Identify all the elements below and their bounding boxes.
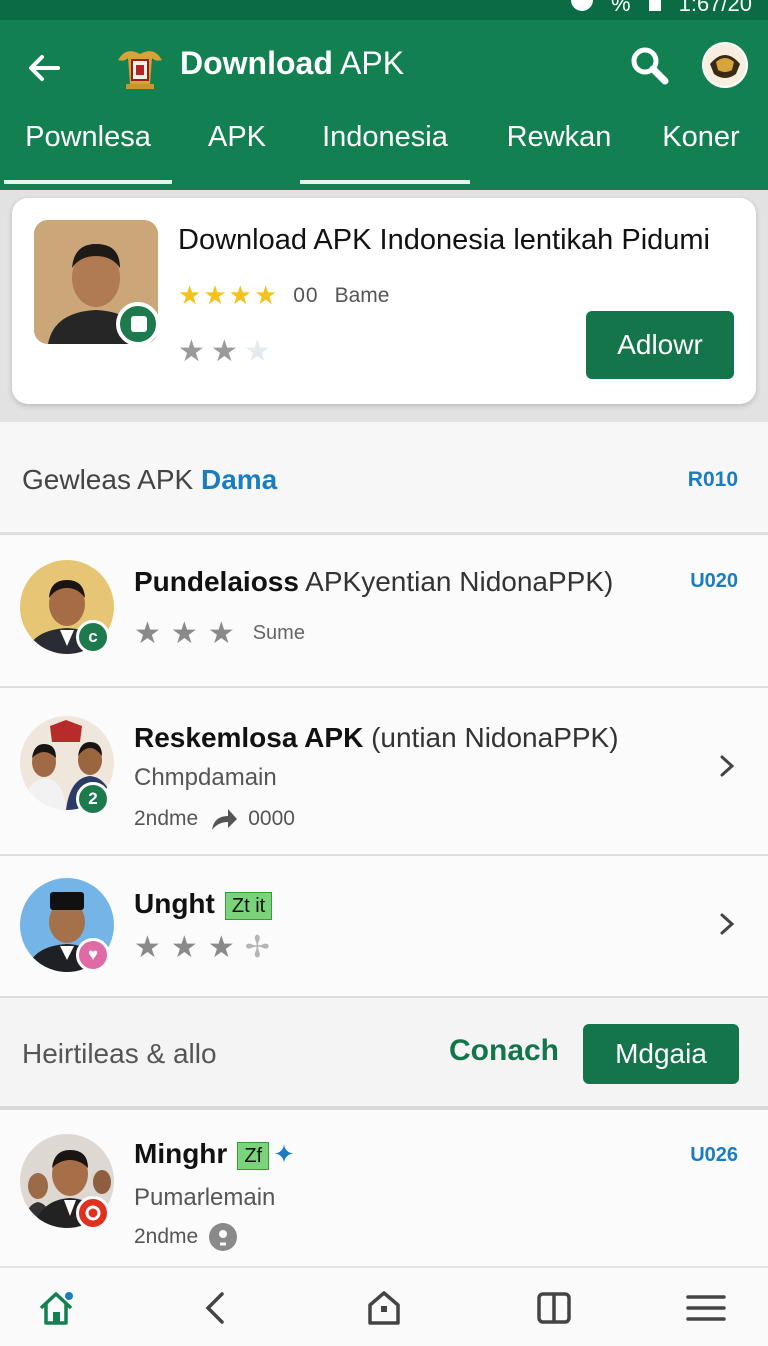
list-item[interactable]: c Pundelaioss APKyentian NidonaPPK) U020… (0, 536, 768, 688)
tab-koner[interactable]: Koner (646, 114, 756, 184)
arrow-left-icon[interactable] (22, 46, 66, 90)
share-arrow-icon (212, 809, 238, 830)
heritage-button[interactable]: Mdgaia (583, 1024, 739, 1084)
star-icon: ★ (207, 931, 235, 964)
download-button[interactable]: Adlowr (586, 311, 734, 379)
rating-label: Sume (252, 622, 305, 644)
star-icon: ★ (170, 931, 198, 964)
app-bar: Download APK (0, 20, 768, 114)
rating-label: Bame (334, 283, 390, 307)
battery-percent: % (611, 0, 631, 16)
status-badge: 2 (76, 782, 110, 816)
chevron-right-icon[interactable] (714, 754, 738, 778)
menu-icon[interactable] (686, 1288, 726, 1328)
item-code: U026 (690, 1144, 738, 1166)
clock: 1:67/20 (678, 0, 752, 16)
item-subtitle: Pumarlemain (134, 1184, 276, 1211)
status-bar: % 1:67/20 (0, 0, 768, 20)
rating-count: 00 (293, 283, 319, 307)
sparkle-icon: ✦ (273, 1139, 295, 1169)
info-circle-icon (209, 1223, 238, 1251)
section-header: Gewleas APK Dama R010 (0, 424, 768, 535)
heritage-bar: Heirtileas & allo Conach Mdgaia (0, 998, 768, 1110)
record-badge-icon (76, 1196, 110, 1230)
star-icon: ★ (134, 931, 161, 964)
item-rating: ★ ★ ★ ✢ (134, 930, 270, 965)
star-icon: ★ (170, 617, 198, 650)
item-code: U020 (690, 570, 738, 592)
item-subtitle: Chmpdamain (134, 764, 277, 791)
chat-badge-icon (116, 302, 160, 346)
item-title: Reskemlosa APK (untian NidonaPPK) (134, 722, 619, 753)
chevron-right-icon[interactable] (714, 912, 738, 936)
star-icon: ★ (203, 280, 227, 310)
list-item[interactable]: 2 Reskemlosa APK (untian NidonaPPK) Chmp… (0, 688, 768, 856)
star-icon: ★ (210, 335, 238, 368)
contact-link[interactable]: Conach (449, 1034, 559, 1068)
item-tag: Zt it (224, 891, 273, 920)
back-chevron-icon[interactable] (196, 1288, 236, 1328)
list-item[interactable]: ♥ Unght Zt it ★ ★ ★ ✢ (0, 856, 768, 998)
star-icon: ★ (178, 280, 202, 310)
item-tag: Zf (237, 1141, 270, 1170)
featured-card[interactable]: Download APK Indonesia lentikah Pidumi ★… (12, 198, 756, 404)
heart-badge-icon: ♥ (76, 938, 110, 972)
profile-emblem-icon[interactable] (702, 42, 748, 88)
star-icon: ★ (207, 617, 235, 650)
star-icon: ★ (134, 617, 161, 650)
list-item[interactable]: Minghr Zf ✦ U026 Pumarlemain 2ndme (0, 1110, 768, 1266)
star-icon: ★ (253, 280, 278, 310)
section-title: Gewleas APK Dama (22, 464, 278, 495)
star-icon: ✢ (244, 931, 270, 964)
featured-title: Download APK Indonesia lentikah Pidumi (178, 224, 710, 256)
item-rating: ★ ★ ★ Sume (134, 616, 305, 651)
heritage-label: Heirtileas & allo (22, 1038, 217, 1069)
home-icon[interactable] (36, 1288, 76, 1328)
featured-rating: ★ ★ ★ ★ 00 Bame (178, 280, 389, 311)
featured-section: Download APK Indonesia lentikah Pidumi ★… (0, 190, 768, 422)
section-code[interactable]: R010 (688, 468, 738, 492)
tab-apk[interactable]: APK (190, 114, 284, 184)
tab-bar: Pownlesa APK Indonesia Rewkan Koner (0, 114, 768, 190)
tab-pownlesa[interactable]: Pownlesa (4, 114, 172, 184)
star-icon: ★ (243, 335, 271, 368)
search-icon[interactable] (628, 44, 672, 88)
star-icon: ★ (178, 335, 205, 368)
battery-icon (648, 0, 661, 11)
status-icons: % 1:67/20 (571, 0, 752, 16)
tab-rewkan[interactable]: Rewkan (496, 114, 622, 184)
item-title: Pundelaioss APKyentian NidonaPPK) (134, 566, 614, 597)
bottom-navigation (0, 1266, 768, 1346)
book-icon[interactable] (534, 1288, 574, 1328)
tab-indonesia[interactable]: Indonesia (300, 114, 470, 184)
emblem-icon (118, 51, 162, 89)
featured-secondary-rating: ★ ★ ★ (178, 334, 271, 369)
star-icon: ★ (228, 280, 252, 310)
item-meta: 2ndme (134, 1222, 238, 1252)
app-title: Download APK (180, 45, 405, 81)
status-badge: c (76, 620, 110, 654)
item-meta: 2ndme 0000 (134, 807, 295, 830)
wifi-icon (571, 0, 594, 11)
home-pentagon-icon[interactable] (364, 1288, 404, 1328)
item-title: Minghr Zf ✦ (134, 1138, 295, 1170)
item-title: Unght Zt it (134, 888, 273, 920)
